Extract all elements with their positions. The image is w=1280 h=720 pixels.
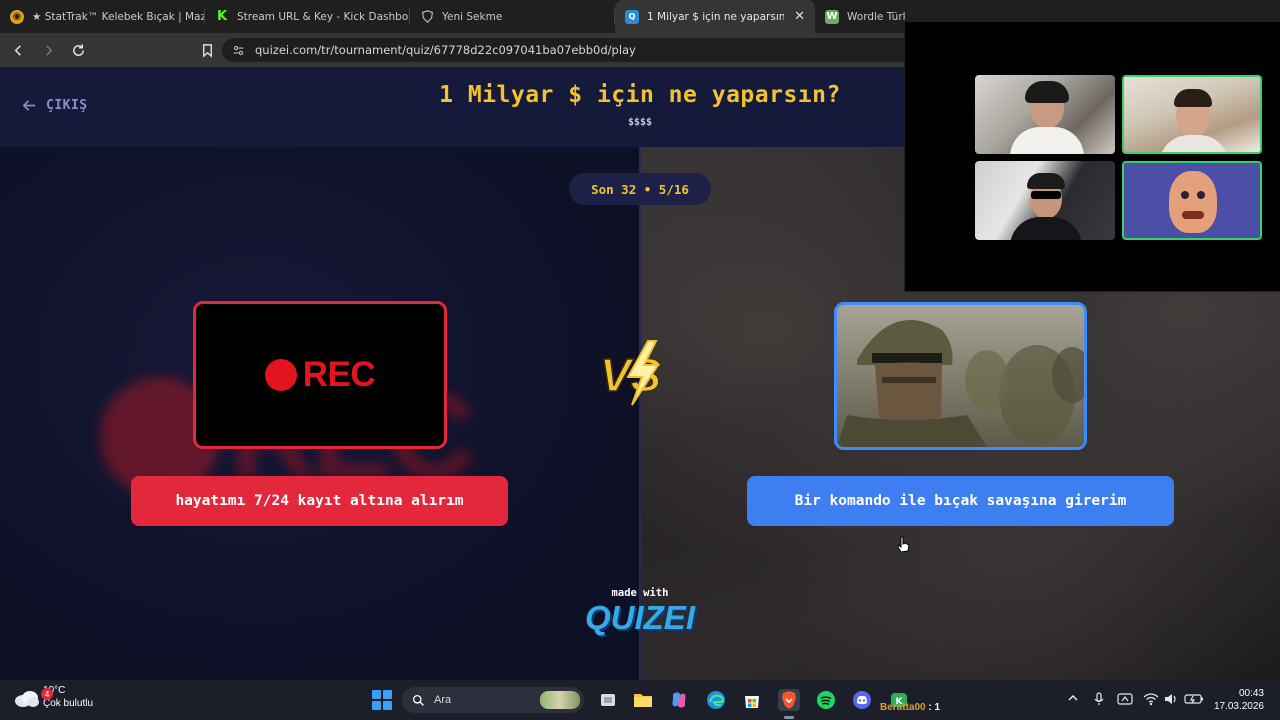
url-field[interactable]: quizei.com/tr/tournament/quiz/67778d22c0… bbox=[222, 38, 922, 62]
chevron-up-icon[interactable] bbox=[1067, 692, 1079, 707]
csgo-icon: ◉ bbox=[10, 9, 24, 24]
file-explorer-icon[interactable] bbox=[632, 689, 654, 711]
arrow-right-icon bbox=[46, 44, 53, 56]
versus-icon: VS bbox=[599, 340, 662, 406]
url-text: quizei.com/tr/tournament/quiz/67778d22c0… bbox=[255, 43, 636, 57]
search-icon bbox=[412, 694, 424, 706]
kick-icon: K bbox=[215, 9, 229, 24]
hand-cursor-icon bbox=[897, 536, 910, 553]
webcam-participant-4-avatar bbox=[1122, 161, 1262, 240]
forward-button[interactable] bbox=[36, 38, 61, 63]
arrow-left-icon bbox=[14, 44, 21, 56]
webcam-participant-1 bbox=[975, 75, 1115, 154]
kick-score: : 1 bbox=[928, 702, 941, 713]
tab-stattrak[interactable]: ◉ ★ StatTrak™ Kelebek Bıçak | Mazi (Es bbox=[0, 0, 205, 33]
left-answer-button[interactable]: hayatımı 7/24 kayıt altına alırım bbox=[131, 476, 508, 526]
webcam-participant-2 bbox=[1122, 75, 1262, 154]
back-button[interactable] bbox=[6, 38, 31, 63]
site-settings-icon[interactable] bbox=[232, 44, 245, 57]
bookmark-icon bbox=[203, 43, 212, 58]
windows-taskbar: 4 10°C Çok bulutlu Ara K Beratta00: 1 0… bbox=[0, 680, 1280, 720]
round-indicator: Son 32 • 5/16 bbox=[569, 173, 711, 205]
microphone-icon[interactable] bbox=[1093, 692, 1105, 709]
volume-icon[interactable] bbox=[1163, 692, 1179, 709]
copilot-icon[interactable] bbox=[668, 689, 690, 711]
close-icon[interactable]: ✕ bbox=[794, 9, 805, 24]
edge-icon[interactable] bbox=[705, 689, 727, 711]
brave-shield-icon bbox=[420, 10, 434, 24]
kick-score-overlay: Beratta00 : 1 bbox=[880, 702, 940, 713]
clock-date: 17.03.2026 bbox=[1213, 701, 1264, 712]
right-answer-button[interactable]: Bir komando ile bıçak savaşına girerim bbox=[747, 476, 1174, 526]
kick-username: Beratta00 bbox=[880, 702, 926, 713]
weather-condition: Çok bulutlu bbox=[43, 698, 94, 709]
record-dot-icon bbox=[264, 359, 297, 391]
reload-button[interactable] bbox=[66, 38, 91, 63]
tab-label: 1 Milyar $ için ne yaparsın? - Tie bbox=[647, 10, 785, 23]
wordle-icon: W bbox=[825, 9, 839, 24]
tab-quiz-active[interactable]: Q 1 Milyar $ için ne yaparsın? - Tie ✕ bbox=[615, 0, 815, 33]
system-clock[interactable]: 00:43 17.03.2026 bbox=[1214, 687, 1264, 713]
quizei-logo[interactable]: QUIZEI bbox=[540, 599, 740, 637]
tab-new-tab[interactable]: Yeni Sekme bbox=[410, 0, 615, 33]
wifi-icon[interactable] bbox=[1143, 692, 1159, 709]
left-choice-image[interactable]: REC bbox=[193, 301, 447, 449]
cloud-icon bbox=[14, 688, 40, 708]
search-highlight-image bbox=[540, 691, 580, 709]
task-view-icon[interactable] bbox=[597, 689, 619, 711]
tab-kick-dashboard[interactable]: K Stream URL & Key - Kick Dashboard bbox=[205, 0, 410, 33]
brave-browser-icon[interactable] bbox=[778, 689, 800, 711]
webcam-participant-3 bbox=[975, 161, 1115, 240]
battery-icon[interactable] bbox=[1184, 692, 1204, 709]
quizei-icon: Q bbox=[625, 9, 639, 24]
tab-wordle[interactable]: W Wordle Türk bbox=[815, 0, 905, 33]
tab-label: Stream URL & Key - Kick Dashboard bbox=[237, 10, 410, 23]
made-with-label: made with bbox=[611, 587, 669, 599]
right-choice-image[interactable] bbox=[834, 302, 1087, 450]
search-placeholder: Ara bbox=[434, 694, 452, 706]
weather-widget[interactable]: 4 10°C Çok bulutlu bbox=[14, 685, 93, 710]
tab-label: Yeni Sekme bbox=[442, 10, 503, 23]
soldier-photo bbox=[837, 305, 1084, 447]
taskbar-search[interactable]: Ara bbox=[402, 687, 584, 713]
weather-badge: 4 bbox=[41, 688, 53, 700]
active-app-indicator bbox=[784, 716, 794, 719]
spotify-icon[interactable] bbox=[815, 689, 837, 711]
tab-label: Wordle Türk bbox=[847, 10, 905, 23]
reload-icon bbox=[73, 43, 84, 56]
webcam-overlay bbox=[904, 22, 1280, 292]
rec-image-text: REC bbox=[302, 355, 376, 394]
clock-time: 00:43 bbox=[1238, 688, 1264, 699]
bookmark-button[interactable] bbox=[195, 38, 220, 63]
discord-icon[interactable] bbox=[851, 689, 873, 711]
nvidia-overlay-icon[interactable] bbox=[1117, 692, 1133, 709]
start-button[interactable] bbox=[372, 690, 392, 710]
microsoft-store-icon[interactable] bbox=[741, 689, 763, 711]
tab-label: ★ StatTrak™ Kelebek Bıçak | Mazi (Es bbox=[32, 10, 205, 23]
